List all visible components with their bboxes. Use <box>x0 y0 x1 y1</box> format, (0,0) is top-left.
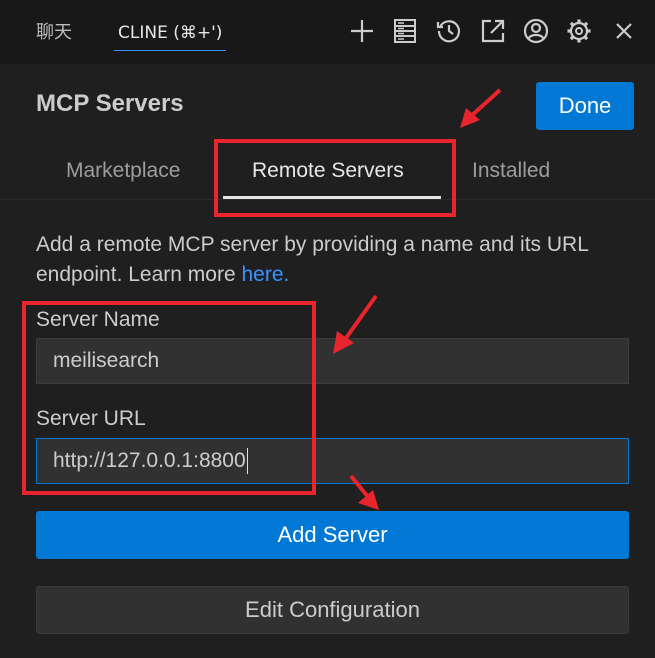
tab-installed[interactable]: Installed <box>472 154 550 188</box>
server-url-label: Server URL <box>36 407 146 430</box>
server-name-label: Server Name <box>36 308 160 331</box>
tabs-divider <box>0 199 655 200</box>
server-url-input[interactable]: http://127.0.0.1:8800 <box>36 438 629 484</box>
add-server-button[interactable]: Add Server <box>36 511 629 559</box>
server-name-value: meilisearch <box>53 349 160 372</box>
tab-marketplace[interactable]: Marketplace <box>66 154 180 188</box>
arrow-to-done <box>460 88 502 128</box>
description-text: Add a remote MCP server by providing a n… <box>36 233 589 286</box>
server-url-value: http://127.0.0.1:8800 <box>53 449 246 472</box>
description: Add a remote MCP server by providing a n… <box>36 230 626 290</box>
server-name-input[interactable]: meilisearch <box>36 338 629 384</box>
done-button[interactable]: Done <box>536 82 634 130</box>
history-icon[interactable] <box>434 14 464 48</box>
tab-remote-servers[interactable]: Remote Servers <box>252 154 404 188</box>
plus-icon[interactable] <box>347 14 377 48</box>
learn-more-link[interactable]: here. <box>241 263 289 286</box>
active-tab-indicator <box>223 196 441 199</box>
settings-gear-icon[interactable] <box>564 14 594 48</box>
close-icon[interactable] <box>609 14 639 48</box>
top-tab-bar: 聊天 CLINE (⌘+') <box>0 0 655 64</box>
text-caret <box>246 448 248 474</box>
edit-configuration-button[interactable]: Edit Configuration <box>36 586 629 634</box>
open-external-icon[interactable] <box>478 14 508 48</box>
cline-mcp-panel: 聊天 CLINE (⌘+') MCP Servers Done Marketpl… <box>0 0 655 658</box>
server-list-icon[interactable] <box>390 14 420 48</box>
tab-cline[interactable]: CLINE (⌘+') <box>113 18 227 51</box>
account-icon[interactable] <box>521 14 551 48</box>
page-title: MCP Servers <box>36 90 184 117</box>
tab-chat[interactable]: 聊天 <box>36 18 72 48</box>
